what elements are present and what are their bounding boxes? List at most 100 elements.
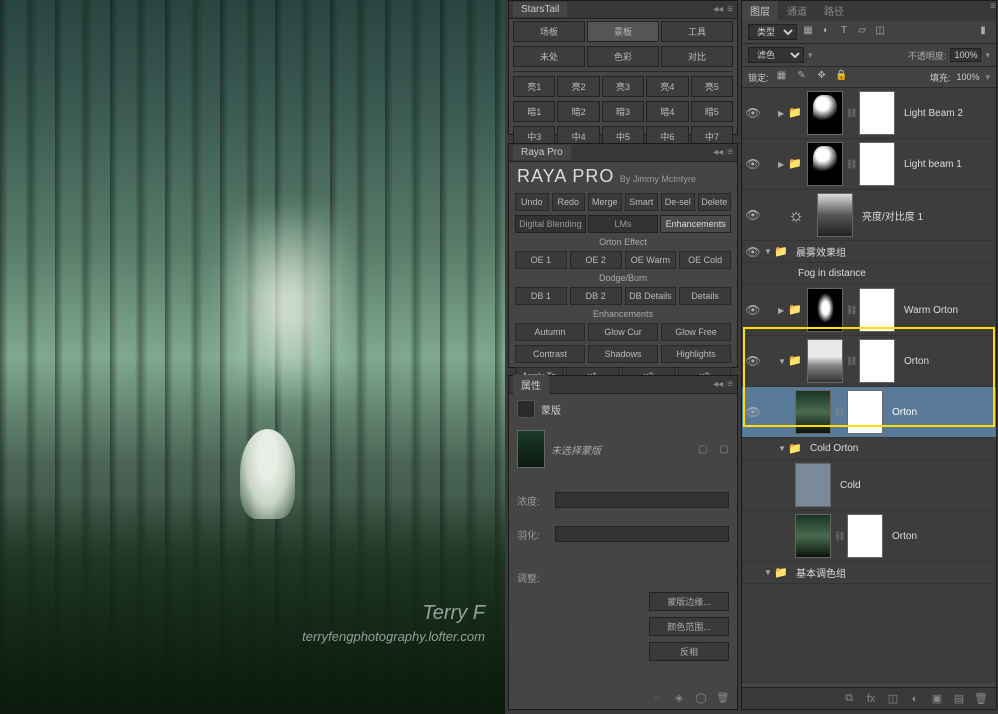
- filter-kind-select[interactable]: 类型: [748, 24, 797, 40]
- menu-icon[interactable]: ≡: [727, 147, 733, 158]
- load-selection-icon[interactable]: ◌: [649, 693, 665, 707]
- oe2-button[interactable]: OE 2: [570, 251, 622, 269]
- visibility-toggle[interactable]: 👁: [742, 245, 764, 259]
- layer-thumbnail[interactable]: [807, 339, 843, 383]
- expand-toggle[interactable]: ▼: [778, 444, 788, 453]
- density-slider[interactable]: [555, 492, 729, 508]
- layer-mask-thumbnail[interactable]: [859, 142, 895, 186]
- link-layers-icon[interactable]: ⧉: [842, 692, 856, 705]
- stars-btn[interactable]: 色彩: [587, 46, 659, 67]
- invert-button[interactable]: 反相: [649, 642, 729, 661]
- layer-row[interactable]: Fog in distance: [742, 263, 996, 285]
- visibility-toggle[interactable]: 👁: [742, 157, 764, 171]
- db1-button[interactable]: DB 1: [515, 287, 567, 305]
- stars-btn[interactable]: 未处: [513, 46, 585, 67]
- layer-name[interactable]: Orton: [886, 531, 917, 542]
- layer-row[interactable]: 👁▶📁⛓Warm Orton: [742, 285, 996, 336]
- apply-mask-icon[interactable]: ◈: [671, 693, 687, 707]
- stars-btn[interactable]: 暗5: [691, 101, 733, 122]
- link-icon[interactable]: ⛓: [834, 407, 844, 418]
- fx-icon[interactable]: fx: [864, 693, 878, 705]
- mask-icon[interactable]: [517, 400, 535, 418]
- starstail-title[interactable]: StarsTail: [513, 2, 567, 17]
- tab-lms[interactable]: LMs: [588, 215, 659, 233]
- visibility-toggle[interactable]: 👁: [742, 208, 764, 222]
- collapse-icon[interactable]: ◂◂: [713, 379, 723, 390]
- raya-panel-title[interactable]: Raya Pro: [513, 145, 571, 160]
- lock-all-icon[interactable]: 🔒: [835, 70, 849, 84]
- feather-slider[interactable]: [555, 526, 729, 542]
- visibility-toggle[interactable]: 👁: [742, 405, 764, 419]
- contrast-button[interactable]: Contrast: [515, 345, 585, 363]
- lock-transparent-icon[interactable]: ▦: [775, 70, 789, 84]
- desel-button[interactable]: De-sel: [661, 193, 695, 211]
- opacity-value[interactable]: 100%: [950, 48, 981, 62]
- stars-btn[interactable]: 亮3: [602, 76, 644, 97]
- layer-thumbnail[interactable]: [817, 193, 853, 237]
- layer-row[interactable]: 👁▶📁⛓Light beam 1: [742, 139, 996, 190]
- stars-btn[interactable]: 亮4: [646, 76, 688, 97]
- menu-icon[interactable]: ≡: [727, 379, 733, 390]
- layer-thumbnail[interactable]: [795, 390, 831, 434]
- vector-mask-icon[interactable]: ▢: [720, 444, 729, 455]
- layer-row[interactable]: Cold: [742, 460, 996, 511]
- mask-edge-button[interactable]: 蒙版边缘...: [649, 592, 729, 611]
- expand-toggle[interactable]: ▼: [764, 568, 774, 577]
- layer-thumbnail[interactable]: [807, 91, 843, 135]
- expand-toggle[interactable]: ▶: [778, 160, 788, 169]
- tab-digital-blending[interactable]: Digital Blending: [515, 215, 586, 233]
- glowfree-button[interactable]: Glow Free: [661, 323, 731, 341]
- layer-name[interactable]: Fog in distance: [792, 268, 866, 279]
- layer-row[interactable]: 👁▼📁晨雾效果组: [742, 241, 996, 263]
- layer-thumbnail[interactable]: [807, 288, 843, 332]
- layer-name[interactable]: Light Beam 2: [898, 108, 963, 119]
- lock-position-icon[interactable]: ✥: [815, 70, 829, 84]
- collapse-icon[interactable]: ◂◂: [713, 4, 723, 15]
- layer-thumbnail[interactable]: [807, 142, 843, 186]
- filter-shape-icon[interactable]: ▱: [855, 25, 869, 39]
- stars-btn[interactable]: 对比: [661, 46, 733, 67]
- layer-name[interactable]: Orton: [886, 407, 917, 418]
- shadows-button[interactable]: Shadows: [588, 345, 658, 363]
- redo-button[interactable]: Redo: [552, 193, 586, 211]
- merge-button[interactable]: Merge: [588, 193, 622, 211]
- lock-pixels-icon[interactable]: ✎: [795, 70, 809, 84]
- glowcur-button[interactable]: Glow Cur: [588, 323, 658, 341]
- stars-btn[interactable]: 亮1: [513, 76, 555, 97]
- add-mask-icon[interactable]: ◫: [886, 692, 900, 705]
- oe1-button[interactable]: OE 1: [515, 251, 567, 269]
- stars-btn[interactable]: 景板: [587, 21, 659, 42]
- filter-adjust-icon[interactable]: ◐: [819, 25, 833, 39]
- db2-button[interactable]: DB 2: [570, 287, 622, 305]
- layer-name[interactable]: Cold Orton: [804, 443, 858, 454]
- stars-btn[interactable]: 暗4: [646, 101, 688, 122]
- delete-mask-icon[interactable]: 🗑: [715, 693, 731, 707]
- delete-button[interactable]: Delete: [698, 193, 732, 211]
- layer-row[interactable]: 👁▶📁⛓Light Beam 2: [742, 88, 996, 139]
- visibility-toggle[interactable]: 👁: [742, 106, 764, 120]
- layer-mask-thumbnail[interactable]: [847, 390, 883, 434]
- fill-value[interactable]: 100%: [956, 72, 979, 82]
- stars-btn[interactable]: 暗2: [557, 101, 599, 122]
- new-layer-icon[interactable]: ▤: [952, 692, 966, 705]
- stars-btn[interactable]: 亮5: [691, 76, 733, 97]
- layer-mask-thumbnail[interactable]: [859, 288, 895, 332]
- expand-toggle[interactable]: ▼: [764, 247, 774, 256]
- new-adjustment-icon[interactable]: ◐: [908, 693, 922, 705]
- mask-thumbnail[interactable]: [517, 430, 545, 468]
- layer-mask-thumbnail[interactable]: [859, 339, 895, 383]
- undo-button[interactable]: Undo: [515, 193, 549, 211]
- expand-toggle[interactable]: ▶: [778, 109, 788, 118]
- layer-row[interactable]: 👁☼亮度/对比度 1: [742, 190, 996, 241]
- link-icon[interactable]: ⛓: [834, 531, 844, 542]
- layer-name[interactable]: 亮度/对比度 1: [856, 208, 923, 223]
- stars-btn[interactable]: 暗1: [513, 101, 555, 122]
- layer-thumbnail[interactable]: [795, 514, 831, 558]
- layer-name[interactable]: Light beam 1: [898, 159, 962, 170]
- tab-channels[interactable]: 通道: [779, 1, 815, 21]
- filter-pixel-icon[interactable]: ▦: [801, 25, 815, 39]
- layer-mask-thumbnail[interactable]: [859, 91, 895, 135]
- filter-toggle[interactable]: ▮: [976, 25, 990, 39]
- layers-list[interactable]: 👁▶📁⛓Light Beam 2👁▶📁⛓Light beam 1👁☼亮度/对比度…: [742, 88, 996, 683]
- properties-title[interactable]: 属性: [513, 375, 549, 394]
